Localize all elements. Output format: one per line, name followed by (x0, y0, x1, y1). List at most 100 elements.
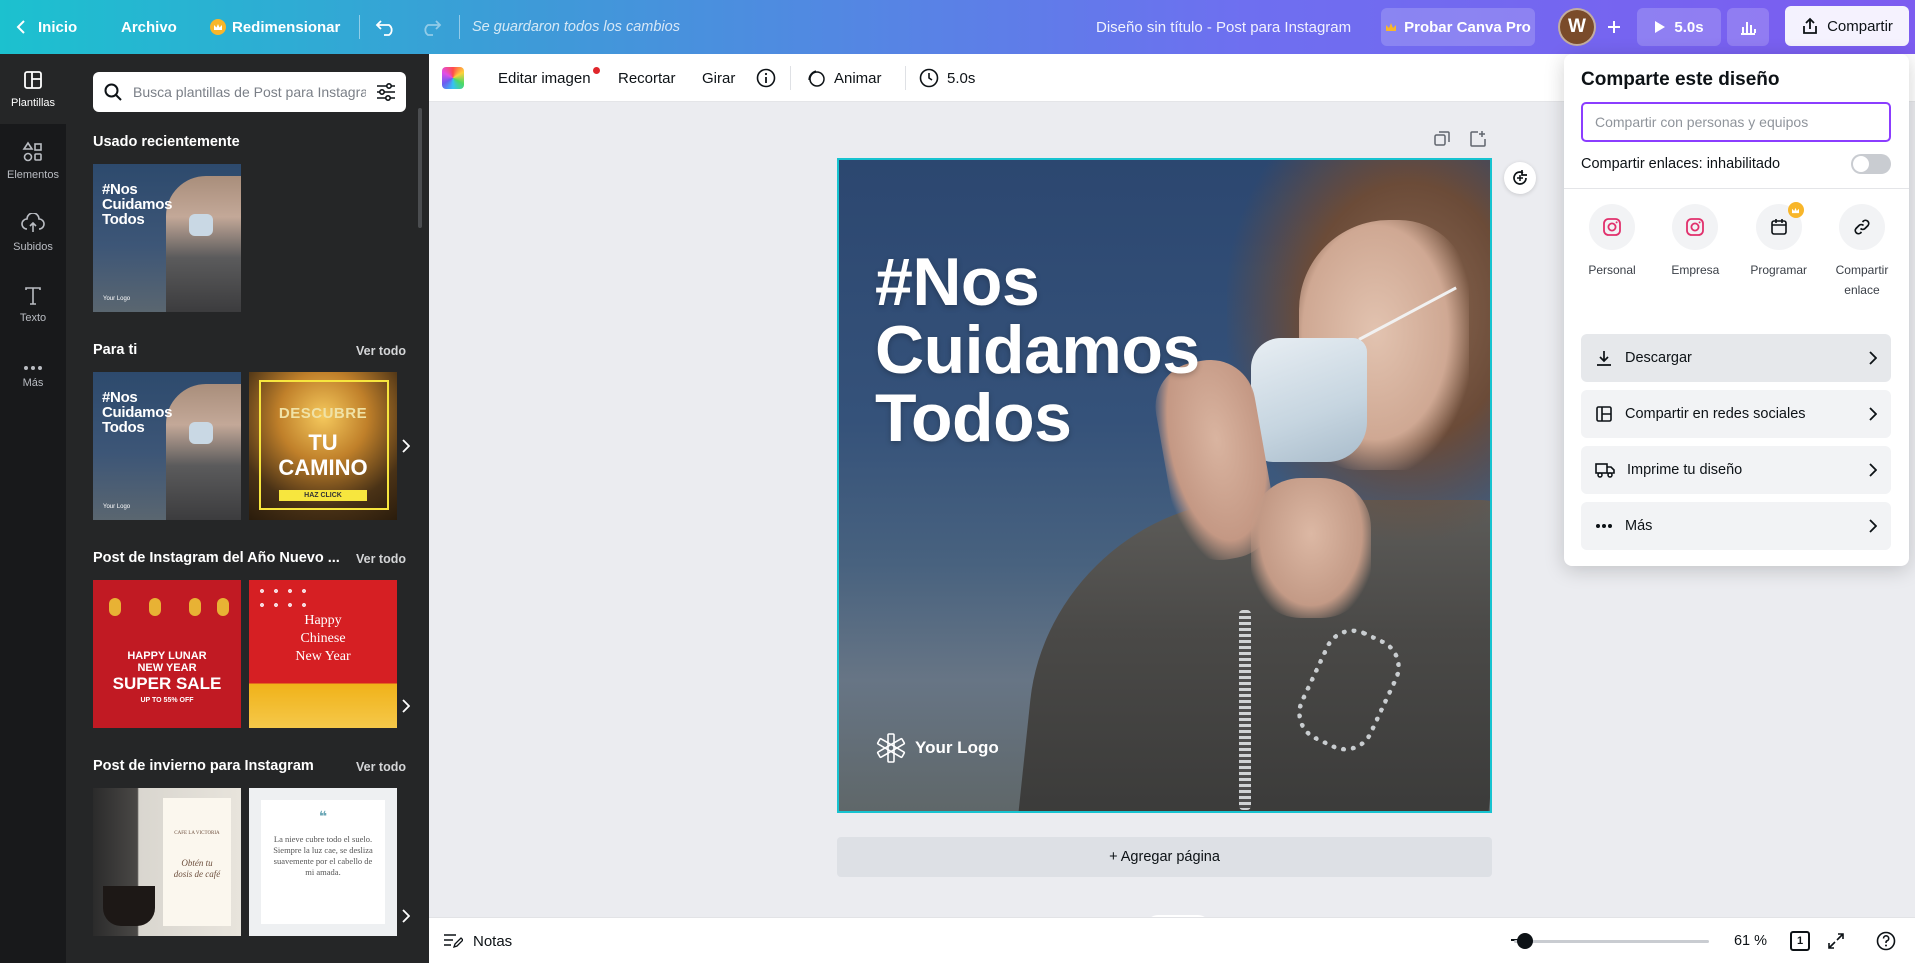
template-thumbnail[interactable]: DESCUBRE TU CAMINO HAZ CLICK (249, 372, 397, 520)
panel-scrollbar[interactable] (418, 108, 422, 228)
filter-sliders-icon[interactable] (376, 83, 396, 101)
zoom-level[interactable]: 61 % (1719, 918, 1767, 963)
home-button[interactable]: Inicio (16, 0, 77, 54)
see-all-link[interactable]: Ver todo (356, 344, 406, 358)
section-title: Para ti (93, 342, 138, 358)
more-share-row[interactable]: Más (1581, 502, 1891, 550)
row-next-arrow[interactable] (396, 434, 416, 458)
zoom-slider[interactable] (1514, 940, 1709, 943)
thumb-text: Todos (102, 211, 145, 228)
row-next-arrow[interactable] (396, 694, 416, 718)
link-icon (1854, 219, 1870, 235)
help-button[interactable] (1871, 918, 1901, 963)
text-icon (25, 287, 41, 305)
see-all-link[interactable]: Ver todo (356, 760, 406, 774)
thumb-text: DESCUBRE (278, 405, 368, 422)
rail-item-more[interactable]: Más (0, 342, 66, 412)
row-next-arrow[interactable] (396, 904, 416, 928)
share-row-label: Descargar (1625, 350, 1692, 366)
share-option-personal[interactable]: Personal (1572, 204, 1652, 300)
template-thumbnail[interactable]: Happy Chinese New Year (249, 580, 397, 728)
section-title: Post de invierno para Instagram (93, 758, 314, 774)
share-option-link[interactable]: Compartir enlace (1822, 204, 1902, 300)
template-thumbnail[interactable]: #Nos Cuidamos Todos Your Logo (93, 372, 241, 520)
chevron-right-icon (1869, 463, 1877, 477)
template-thumbnail[interactable]: #Nos Cuidamos Todos Your Logo (93, 164, 241, 312)
rail-item-text[interactable]: Texto (0, 270, 66, 340)
flip-button[interactable]: Girar (702, 54, 735, 102)
rail-item-templates[interactable]: Plantillas (0, 54, 66, 124)
edit-image-button[interactable]: Editar imagen (498, 54, 606, 102)
info-button[interactable] (756, 54, 776, 102)
template-thumbnail[interactable]: ❝ La nieve cubre todo el suelo. Siempre … (249, 788, 397, 936)
insights-button[interactable] (1727, 8, 1769, 46)
template-search-input[interactable] (133, 84, 366, 100)
chevron-right-icon (1869, 351, 1877, 365)
design-page[interactable]: #Nos Cuidamos Todos Your Logo (837, 158, 1492, 813)
fullscreen-icon (1828, 933, 1844, 949)
file-menu-button[interactable]: Archivo (121, 0, 177, 54)
duplicate-page-icon[interactable] (1433, 130, 1451, 148)
calendar-icon (1770, 219, 1787, 235)
share-option-label: Empresa (1671, 263, 1720, 277)
help-icon (1876, 931, 1896, 951)
redo-button[interactable] (420, 0, 442, 54)
add-page-button[interactable]: + Agregar página (837, 837, 1492, 877)
template-thumbnail[interactable]: CAFE LA VICTORIA Obtén tu dosis de café (93, 788, 241, 936)
top-bar: Inicio Archivo Redimensionar Se guardaro… (0, 0, 1915, 54)
clock-icon (919, 68, 939, 88)
try-pro-label: Probar Canva Pro (1404, 18, 1531, 36)
add-collaborator-button[interactable] (1599, 12, 1629, 42)
refresh-plus-icon (1513, 170, 1527, 185)
social-share-row[interactable]: Compartir en redes sociales (1581, 390, 1891, 438)
design-photo-mask (1251, 338, 1367, 462)
zoom-slider-knob[interactable] (1517, 933, 1533, 949)
download-row[interactable]: Descargar (1581, 334, 1891, 382)
rail-item-uploads[interactable]: Subidos (0, 198, 66, 268)
user-avatar[interactable]: W (1558, 8, 1596, 46)
share-option-label: Programar (1750, 263, 1807, 277)
elements-icon (22, 141, 42, 162)
crop-button[interactable]: Recortar (618, 54, 676, 102)
rail-label: Elementos (7, 169, 59, 181)
page-view-button[interactable]: 1 (1785, 918, 1815, 963)
thumb-text: New Year (295, 649, 351, 664)
more-icon (24, 366, 42, 370)
download-icon (1597, 351, 1611, 366)
info-icon (756, 68, 776, 88)
share-option-label: Compartir enlace (1835, 263, 1889, 297)
animate-button[interactable]: Animar (806, 54, 882, 102)
share-upload-icon (1803, 17, 1817, 34)
print-row[interactable]: Imprime tu diseño (1581, 446, 1891, 494)
design-logo[interactable]: Your Logo (875, 732, 999, 764)
share-option-business[interactable]: Empresa (1655, 204, 1735, 300)
edit-image-label: Editar imagen (498, 69, 591, 87)
rail-item-elements[interactable]: Elementos (0, 126, 66, 196)
notes-button[interactable]: Notas (443, 918, 512, 963)
color-picker-swatch[interactable] (442, 67, 464, 89)
see-all-link[interactable]: Ver todo (356, 552, 406, 566)
regenerate-button[interactable] (1504, 162, 1536, 194)
headline-line: Todos (875, 380, 1072, 456)
share-label: Compartir (1827, 17, 1893, 35)
undo-button[interactable] (375, 0, 397, 54)
fullscreen-button[interactable] (1821, 918, 1851, 963)
template-thumbnail[interactable]: HAPPY LUNAR NEW YEAR SUPER SALE UP TO 55… (93, 580, 241, 728)
document-title[interactable]: Diseño sin título - Post para Instagram (1096, 0, 1351, 54)
link-sharing-toggle[interactable] (1851, 154, 1891, 174)
thumb-text: #Nos (102, 181, 138, 198)
present-button[interactable]: 5.0s (1637, 8, 1721, 46)
share-row-label: Más (1625, 518, 1653, 534)
share-option-schedule[interactable]: Programar (1739, 202, 1819, 300)
design-headline[interactable]: #Nos Cuidamos Todos (875, 248, 1200, 452)
add-page-icon[interactable] (1469, 130, 1487, 148)
template-search[interactable] (93, 72, 406, 112)
resize-button[interactable]: Redimensionar (210, 0, 340, 54)
share-button[interactable]: Compartir (1785, 6, 1909, 46)
play-icon (1655, 21, 1666, 33)
chevron-right-icon (402, 699, 410, 713)
try-pro-button[interactable]: Probar Canva Pro (1381, 8, 1535, 46)
share-people-input[interactable] (1581, 102, 1891, 142)
animate-label: Animar (834, 69, 882, 87)
timing-button[interactable]: 5.0s (919, 54, 975, 102)
